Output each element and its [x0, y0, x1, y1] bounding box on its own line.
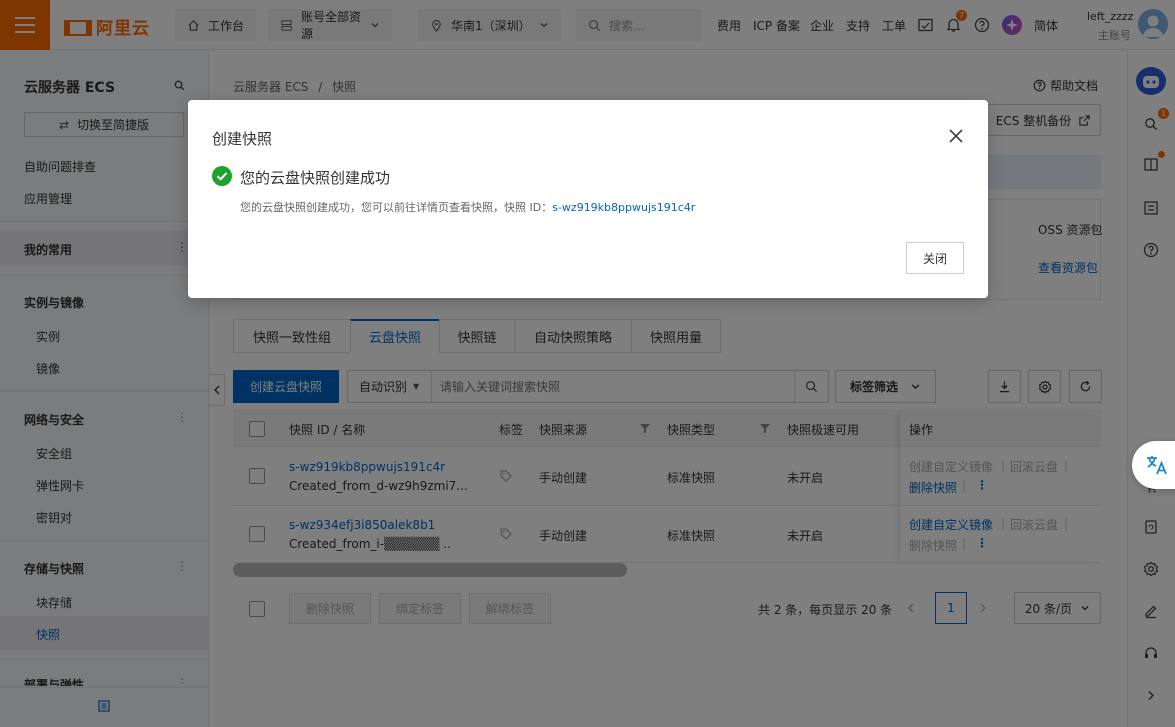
success-title: 您的云盘快照创建成功: [240, 169, 391, 187]
translate-icon: [1147, 456, 1167, 475]
translate-button[interactable]: [1132, 441, 1175, 489]
success-message: 您的云盘快照创建成功，您可以前往详情页查看快照，快照 ID：s-wz919kb8…: [240, 201, 696, 214]
close-icon[interactable]: [949, 129, 963, 143]
success-check-icon: [212, 166, 232, 186]
close-button[interactable]: 关闭: [906, 242, 964, 274]
create-snapshot-dialog: 创建快照 您的云盘快照创建成功 您的云盘快照创建成功，您可以前往详情页查看快照，…: [188, 100, 988, 298]
snapshot-id-link[interactable]: s-wz919kb8ppwujs191c4r: [552, 201, 695, 214]
dialog-title: 创建快照: [212, 130, 273, 148]
